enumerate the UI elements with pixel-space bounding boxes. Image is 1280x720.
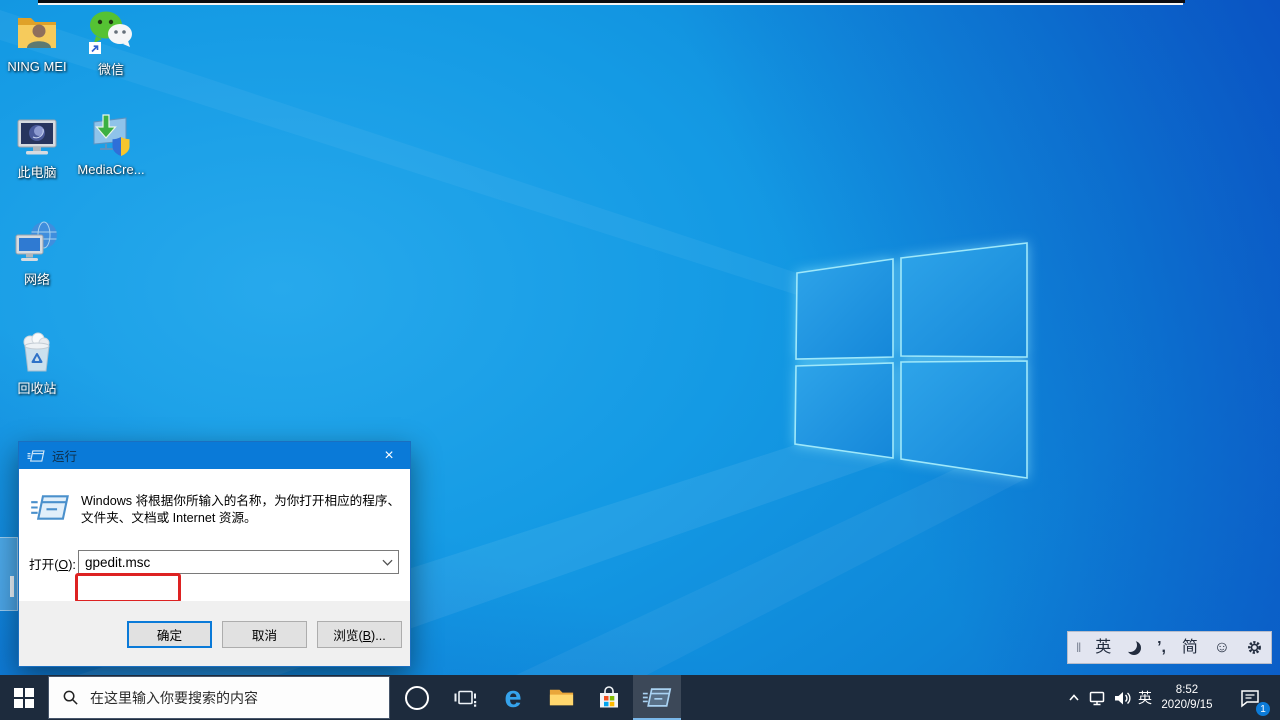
run-glyph-icon — [30, 492, 70, 523]
desktop-icon-label: MediaCre... — [77, 162, 144, 177]
run-dialog: 运行 × Windows 将根据你所输入的名称，为你打开相应的程序、 文件夹、文… — [18, 441, 411, 667]
network-tray-button[interactable] — [1086, 675, 1110, 720]
chevron-down-icon — [382, 559, 393, 566]
open-label: 打开(O): — [29, 554, 76, 573]
desktop-icon-recycle-bin[interactable]: 回收站 — [0, 327, 74, 397]
desktop-icon-mediacreationtool[interactable]: MediaCre... — [74, 111, 148, 177]
search-input[interactable] — [88, 689, 362, 707]
run-dialog-title: 运行 — [52, 446, 77, 465]
file-explorer-icon — [547, 683, 576, 712]
close-button[interactable]: × — [368, 442, 410, 469]
desktop-icon-ning-mei[interactable]: NING MEI — [0, 8, 74, 74]
task-view-icon — [452, 685, 478, 711]
windows-start-icon — [14, 688, 34, 708]
ime-language-tray-button[interactable]: 英 — [1134, 675, 1156, 720]
desktop-icon-wechat[interactable]: 微信 — [74, 8, 148, 78]
volume-tray-button[interactable] — [1110, 675, 1134, 720]
notification-badge: 1 — [1256, 702, 1270, 716]
network-icon — [13, 218, 61, 266]
search-icon — [62, 689, 79, 706]
run-app-taskbar-button[interactable] — [633, 675, 681, 720]
ethernet-network-icon — [1088, 688, 1108, 708]
ok-button[interactable]: 确定 — [127, 621, 212, 648]
ime-fullwidth-moon-icon[interactable] — [1127, 641, 1141, 655]
action-center-button[interactable]: 1 — [1228, 675, 1272, 720]
user-folder-icon — [13, 8, 61, 56]
close-icon: × — [384, 448, 393, 464]
ime-emoji-icon[interactable]: ☺ — [1214, 640, 1230, 656]
file-explorer-button[interactable] — [537, 675, 585, 720]
this-pc-icon — [13, 111, 61, 159]
media-creation-tool-icon — [87, 111, 135, 159]
ime-simplified-mode[interactable]: 简 — [1182, 640, 1198, 656]
desktop-icon-network[interactable]: 网络 — [0, 218, 74, 288]
taskbar-clock[interactable]: 8:52 2020/9/15 — [1154, 675, 1220, 720]
ime-punctuation-mode[interactable]: ’, — [1157, 640, 1166, 656]
wechat-icon — [87, 8, 135, 56]
desktop-icon-this-pc[interactable]: 此电脑 — [0, 111, 74, 181]
microsoft-store-icon — [595, 684, 623, 712]
run-dialog-body: Windows 将根据你所输入的名称，为你打开相应的程序、 文件夹、文档或 In… — [19, 469, 410, 601]
open-input[interactable] — [80, 552, 375, 572]
cortana-button[interactable] — [393, 675, 441, 720]
run-dialog-titlebar[interactable]: 运行 × — [19, 442, 410, 469]
tray-overflow-button[interactable] — [1062, 675, 1086, 720]
edge-button[interactable]: e — [489, 675, 537, 720]
ime-settings-gear-icon[interactable] — [1246, 639, 1263, 656]
clock-time: 8:52 — [1176, 683, 1198, 698]
taskbar: e — [0, 675, 1280, 720]
browse-button[interactable]: 浏览(B)... — [317, 621, 402, 648]
desktop: NING MEI 微信 此电脑 — [0, 0, 1280, 720]
recycle-bin-icon — [13, 327, 61, 375]
microsoft-store-button[interactable] — [585, 675, 633, 720]
run-dialog-description: Windows 将根据你所输入的名称，为你打开相应的程序、 文件夹、文档或 In… — [81, 493, 403, 527]
edge-icon: e — [504, 681, 521, 712]
cortana-icon — [405, 686, 429, 710]
taskbar-search-box[interactable] — [48, 676, 390, 719]
chevron-up-icon — [1067, 691, 1081, 705]
desktop-icon-label: 微信 — [98, 59, 124, 78]
red-annotation-box — [75, 573, 181, 603]
run-dialog-icon — [27, 449, 45, 463]
hidden-window-top-strip-line — [38, 3, 1183, 5]
start-button[interactable] — [0, 675, 48, 720]
cancel-button[interactable]: 取消 — [222, 621, 307, 648]
ime-toolbar[interactable]: ‖ 英 ’, 简 ☺ — [1067, 631, 1272, 664]
ime-language-indicator: 英 — [1138, 688, 1152, 708]
combobox-dropdown-button[interactable] — [378, 553, 396, 571]
run-app-icon — [642, 686, 672, 709]
task-view-button[interactable] — [441, 675, 489, 720]
hidden-desktop-icon-sliver — [0, 537, 18, 611]
ime-drag-handle[interactable]: ‖ — [1076, 641, 1079, 654]
desktop-icon-label: NING MEI — [7, 59, 66, 74]
desktop-icon-label: 此电脑 — [17, 162, 56, 181]
ime-english-mode[interactable]: 英 — [1095, 640, 1111, 656]
open-combobox[interactable] — [78, 550, 399, 574]
desktop-icon-label: 回收站 — [17, 378, 56, 397]
clock-date: 2020/9/15 — [1161, 698, 1212, 713]
speaker-icon — [1112, 688, 1132, 708]
desktop-icon-label: 网络 — [24, 269, 50, 288]
